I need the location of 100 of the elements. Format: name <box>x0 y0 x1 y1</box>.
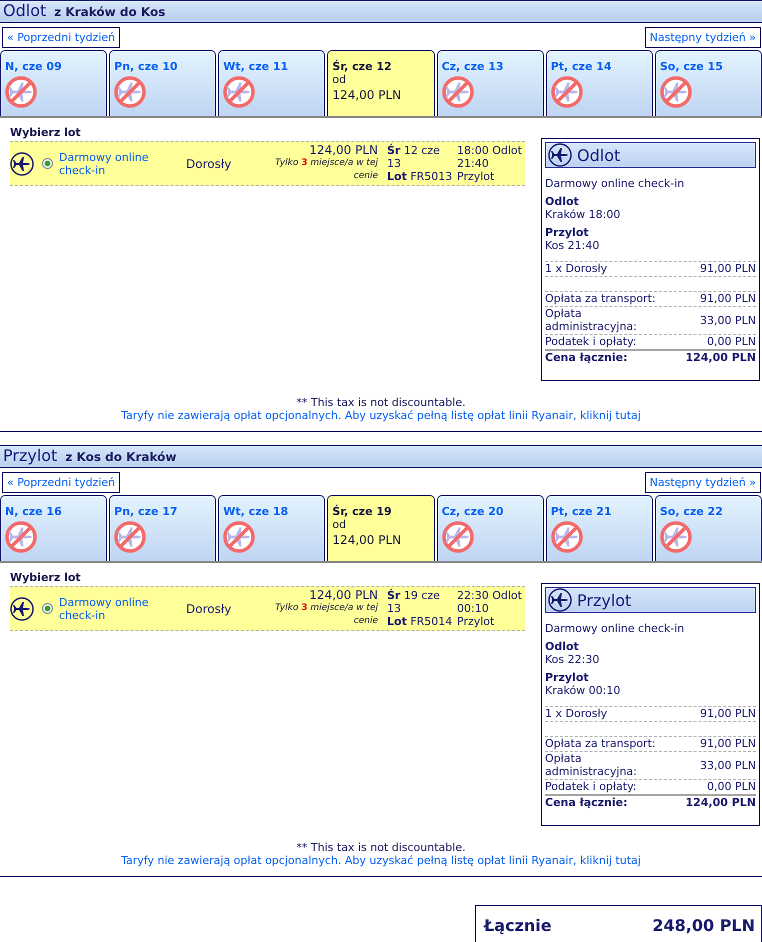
radio-button[interactable] <box>42 158 53 169</box>
previous-week-button[interactable]: « Poprzedni tydzień <box>2 472 120 493</box>
choose-flight-heading: Wybierz lot <box>10 126 82 139</box>
flight-date: Śr 19 cze 13 <box>387 589 441 615</box>
leg-label: Przylot <box>545 226 590 239</box>
passenger-type: Dorosły <box>186 156 232 170</box>
fee-amount: 0,00 PLN <box>707 780 756 793</box>
day-tab[interactable]: So, cze 22 <box>654 495 762 561</box>
price-amount: 91,00 PLN <box>700 262 756 275</box>
day-tab[interactable]: Wt, cze 11 <box>218 50 326 116</box>
route-label: z Kos do Kraków <box>65 449 176 466</box>
section-title: Przylot <box>3 446 58 466</box>
leg-value: Kraków 18:00 <box>545 208 622 221</box>
day-tab[interactable]: Pt, cze 14 <box>546 50 653 116</box>
crossed-plane-icon <box>223 76 256 108</box>
grand-total-label: Łącznie <box>484 916 552 934</box>
crossed-plane-icon <box>660 521 692 553</box>
previous-week-button[interactable]: « Poprzedni tydzień <box>2 27 120 48</box>
day-tab[interactable]: Śr, cze 12 od 124,00 PLN <box>327 50 435 116</box>
next-week-button[interactable]: Następny tydzień » <box>644 472 761 493</box>
fee-label: Opłata administracyjna: <box>545 752 638 778</box>
price-amount: 91,00 PLN <box>700 707 756 720</box>
total-label: Cena łącznie: <box>545 351 629 364</box>
crossed-plane-icon <box>442 521 474 553</box>
fee-amount: 91,00 PLN <box>700 737 756 750</box>
plane-icon <box>10 596 34 620</box>
crossed-plane-icon <box>550 76 583 108</box>
flight-row[interactable]: Darmowy online check-in Dorosły 124,00 PLN Tylko 3 miejsce/a w tej cenie Śr 12 cze 13 Lot FR5013 18:00 Odlot 21:40 Przylot <box>10 141 525 186</box>
flight-row[interactable]: Darmowy online check-in Dorosły 124,00 PLN Tylko 3 miejsce/a w tej cenie Śr 19 cze 13 Lot FR5014 22:30 Odlot 00:10 Przylot <box>10 586 525 631</box>
fare-name-link[interactable]: Darmowy online check-in <box>59 150 171 176</box>
fee-label: Podatek i opłaty: <box>545 780 638 793</box>
day-tab[interactable]: Cz, cze 20 <box>436 495 544 561</box>
choose-flight-heading: Wybierz lot <box>10 571 82 584</box>
crossed-plane-icon <box>114 76 146 108</box>
day-tab[interactable]: Pn, cze 17 <box>109 495 216 561</box>
fee-label: Podatek i opłaty: <box>545 335 638 348</box>
price-label: 1 x Dorosły <box>545 262 608 275</box>
fee-label: Opłata za transport: <box>545 292 657 305</box>
next-week-button[interactable]: Następny tydzień » <box>644 27 761 48</box>
plane-icon <box>548 588 572 612</box>
fees-link[interactable]: Taryfy nie zawierają opłat opcjonalnych. Aby uzyskać pełną listę opłat linii Ryanair, kliknij tutaj <box>121 854 641 867</box>
total-label: Cena łącznie: <box>545 796 629 809</box>
plane-icon <box>10 152 34 176</box>
passenger-type: Dorosły <box>186 602 232 616</box>
flight-price: 124,00 PLN <box>309 143 378 157</box>
summary-title: Odlot <box>577 146 620 164</box>
radio-button[interactable] <box>42 603 53 614</box>
departure-time: 18:00 Odlot <box>457 144 522 157</box>
day-tab[interactable]: Cz, cze 13 <box>436 50 544 116</box>
tax-note: ** This tax is not discountable. <box>296 841 466 854</box>
total-amount: 124,00 PLN <box>685 796 756 809</box>
fee-amount: 33,00 PLN <box>700 758 756 772</box>
day-price: 124,00 PLN <box>332 533 402 547</box>
fare-name: Darmowy online check-in <box>545 177 686 190</box>
arrival-time: 00:10 Przylot <box>457 602 496 628</box>
fees-link[interactable]: Taryfy nie zawierają opłat opcjonalnych. Aby uzyskać pełną listę opłat linii Ryanair, kliknij tutaj <box>121 409 641 422</box>
leg-value: Kos 22:30 <box>545 653 600 666</box>
day-tab[interactable]: Pt, cze 21 <box>546 495 653 561</box>
crossed-plane-icon <box>223 521 256 553</box>
flight-price: 124,00 PLN <box>309 588 378 602</box>
fare-name-link[interactable]: Darmowy online check-in <box>59 596 171 622</box>
flight-number: Lot FR5014 <box>387 615 452 628</box>
section-title: Odlot <box>3 1 46 21</box>
total-amount: 124,00 PLN <box>685 351 756 364</box>
fee-label: Opłata administracyjna: <box>545 307 638 333</box>
day-tab[interactable]: N, cze 16 <box>0 495 108 561</box>
crossed-plane-icon <box>5 521 37 553</box>
day-tab[interactable]: So, cze 15 <box>654 50 762 116</box>
day-tab[interactable]: Pn, cze 10 <box>109 50 216 116</box>
leg-label: Odlot <box>545 195 580 208</box>
price-prefix: od <box>332 518 346 531</box>
crossed-plane-icon <box>114 521 146 553</box>
grand-total-amount: 248,00 PLN <box>652 916 755 934</box>
flight-number: Lot FR5013 <box>387 170 452 183</box>
crossed-plane-icon <box>5 76 37 108</box>
fee-amount: 33,00 PLN <box>700 314 756 326</box>
fare-name: Darmowy online check-in <box>545 622 686 635</box>
day-tab[interactable]: Śr, cze 19 od 124,00 PLN <box>327 495 435 561</box>
price-label: 1 x Dorosły <box>545 707 608 720</box>
seats-note: Tylko 3 miejsce/a w tej cenie <box>274 157 378 183</box>
arrival-time: 21:40 Przylot <box>457 157 496 183</box>
fee-amount: 91,00 PLN <box>700 292 756 305</box>
leg-value: Kraków 00:10 <box>545 684 622 697</box>
fee-amount: 0,00 PLN <box>707 335 756 348</box>
departure-time: 22:30 Odlot <box>457 589 522 602</box>
price-prefix: od <box>332 73 346 86</box>
route-label: z Kraków do Kos <box>54 4 166 21</box>
leg-label: Przylot <box>545 671 590 684</box>
tax-note: ** This tax is not discountable. <box>296 396 466 409</box>
day-tab[interactable]: Wt, cze 18 <box>218 495 326 561</box>
leg-value: Kos 21:40 <box>545 239 600 252</box>
day-price: 124,00 PLN <box>332 88 402 102</box>
flight-date: Śr 12 cze 13 <box>387 144 441 170</box>
crossed-plane-icon <box>660 76 692 108</box>
seats-note: Tylko 3 miejsce/a w tej cenie <box>274 602 378 628</box>
fee-label: Opłata za transport: <box>545 737 657 750</box>
day-tab[interactable]: N, cze 09 <box>0 50 108 116</box>
plane-icon <box>548 143 572 167</box>
leg-label: Odlot <box>545 640 580 653</box>
summary-title: Przylot <box>577 590 632 610</box>
